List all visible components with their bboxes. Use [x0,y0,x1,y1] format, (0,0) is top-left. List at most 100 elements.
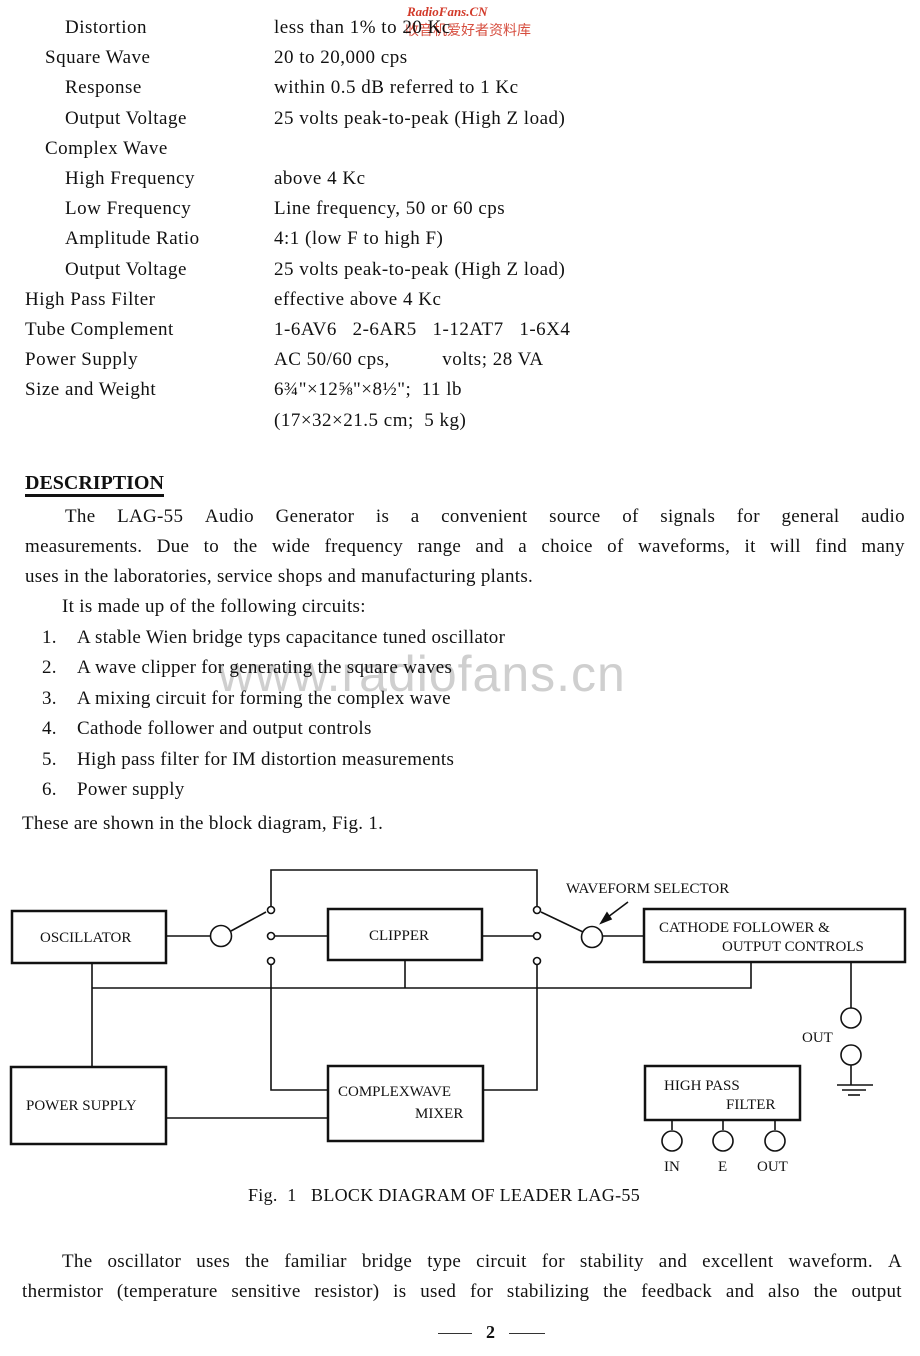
hpf-in-label: IN [664,1159,680,1175]
word: and [658,1251,688,1272]
spec-value: 25 volts peak-to-peak (High Z load) [274,107,566,129]
spec-label: Square Wave [45,47,151,69]
word: bridge [361,1251,413,1272]
word: LAG-55 [117,506,184,527]
word: The [65,506,96,527]
word: measurements. [25,536,143,557]
hpf-label-1: HIGH PASS [664,1078,740,1094]
word: Generator [275,506,355,527]
clipper-label: CLIPPER [369,928,429,944]
word: to [203,536,220,557]
word: waveform. [788,1251,873,1272]
circuit-number: 2. [42,657,57,679]
spec-label: Tube Complement [25,319,174,340]
word: A [887,1251,902,1272]
word: of [622,506,639,527]
spec-value: 4:1 (low F to high F) [274,228,444,250]
spec-value: above 4 Kc [274,168,366,189]
word: range [417,536,462,557]
spec-value: less than 1% to 20 Kc [274,17,451,38]
hpf-label-2: FILTER [726,1097,775,1113]
word: is [393,1281,407,1302]
description-line-3: uses in the laboratories, service shops … [25,566,534,587]
page-dash-left [438,1333,472,1335]
word: is [375,506,390,527]
word: Due [156,536,190,557]
oscillator-label: OSCILLATOR [40,930,131,946]
word: and [475,536,504,557]
word: convenient [441,506,528,527]
word: signals [660,506,716,527]
circuit-item: Cathode follower and output controls [77,718,372,740]
spec-label: Complex Wave [45,137,168,159]
word: will [770,536,801,557]
circuit-item: A stable Wien bridge typs capacitance tu… [77,627,506,648]
out-terminal [840,1007,862,1029]
word: resistor) [314,1281,380,1302]
power-supply-label: POWER SUPPLY [26,1098,137,1114]
word: of [607,536,624,557]
word: a [410,506,420,527]
circuit-number: 3. [42,687,57,709]
word: choice [541,536,593,557]
word: thermistor [22,1281,104,1302]
word: for [736,506,760,527]
word: The [62,1251,93,1272]
hpf-e-terminal [712,1130,734,1152]
spec-value: 6¾"×12⅝"×8½"; 11 lb [274,379,463,401]
word: the [233,536,258,557]
block-diagram: OSCILLATOR CLIPPER CATHODE FOLLOWER & OU… [9,869,907,1175]
cathode-label-2: OUTPUT CONTROLS [722,939,864,955]
figure-caption: Fig. 1 BLOCK DIAGRAM OF LEADER LAG-55 [248,1185,641,1205]
word: output [851,1281,902,1302]
word: and [725,1281,755,1302]
spec-label: Low Frequency [65,198,192,220]
page-number: 2 [438,1322,545,1343]
ground-terminal [840,1044,862,1066]
circuit-number: 4. [42,718,57,740]
mixer-block [326,1064,485,1143]
hpf-in-terminal [661,1130,683,1152]
mixer-label-1: COMPLEXWAVE [338,1084,451,1100]
diagram-reference: These are shown in the block diagram, Fi… [22,813,384,834]
description-line-1: The LAG-55 Audio Generator is a convenient sour… [25,506,905,528]
body-line-1: The oscillator uses the familiar bridge type ci… [25,1251,902,1273]
word: for [541,1251,565,1272]
body-line-2: thermistor (temperature sensitive resistor)… [22,1281,902,1303]
word: audio [861,506,905,527]
circuit-item: A wave clipper for generating the square… [77,657,453,679]
circuit-item: High pass filter for IM distortion measu… [77,748,455,770]
word: uses [196,1251,231,1272]
circuit-item: A mixing circuit for forming the complex… [77,687,451,709]
word: general [781,506,840,527]
circuits-intro: It is made up of the following circuits: [62,596,366,617]
word: for [470,1281,494,1302]
word: stabilizing [506,1281,590,1302]
word: type [427,1251,462,1272]
spec-label: Output Voltage [65,258,187,280]
page-number-text: 2 [486,1322,495,1342]
circuit-number: 1. [42,627,57,648]
word: frequency [324,536,404,557]
word: excellent [702,1251,774,1272]
spec-value: 1-6AV6 2-6AR5 1-12AT7 1-6X4 [274,319,571,340]
hpf-out-label: OUT [757,1159,788,1175]
switch-1-common [209,924,233,948]
spec-value: Line frequency, 50 or 60 cps [274,198,506,220]
spec-label: Response [65,77,142,99]
spec-label: Output Voltage [65,107,187,129]
out-label: OUT [802,1030,833,1046]
word: familiar [284,1251,347,1272]
waveform-selector-label: WAVEFORM SELECTOR [566,881,729,897]
word: (temperature [116,1281,218,1302]
word: also [767,1281,800,1302]
word: used [420,1281,457,1302]
word: the [245,1251,270,1272]
word: sensitive [231,1281,301,1302]
word: source [549,506,601,527]
spec-value: within 0.5 dB referred to 1 Kc [274,77,519,99]
page-dash-right [509,1333,545,1335]
spec-value: (17×32×21.5 cm; 5 kg) [274,409,467,431]
circuit-number: 5. [42,748,57,770]
spec-label: Power Supply [25,349,139,371]
